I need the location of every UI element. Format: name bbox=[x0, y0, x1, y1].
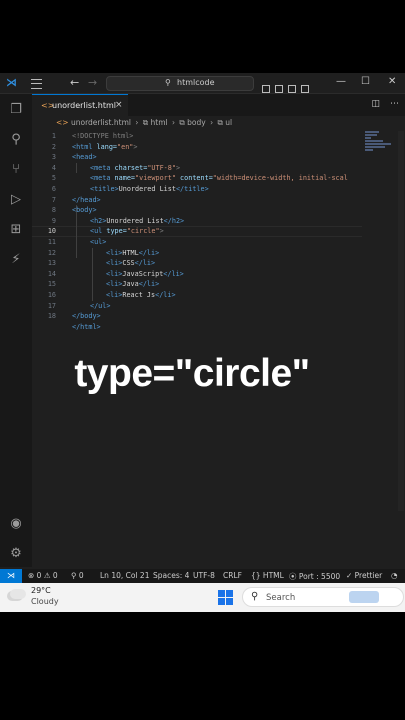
customize-layout-icon[interactable] bbox=[301, 85, 309, 93]
code-line: 5 <meta name="viewport" content="width=de… bbox=[51, 174, 348, 183]
ports-status[interactable]: ⚲ 0 bbox=[71, 571, 84, 580]
code-line: 15 <li>Java</li> bbox=[47, 280, 160, 289]
editor-scrollbar[interactable] bbox=[398, 131, 404, 511]
taskbar-search[interactable]: ⚲ Search bbox=[242, 587, 404, 607]
vscode-logo-icon: ⋊ bbox=[6, 76, 17, 89]
eol-status[interactable]: CRLF bbox=[223, 571, 242, 580]
breadcrumb-file[interactable]: unorderlist.html bbox=[71, 118, 131, 127]
close-window-icon[interactable]: ✕ bbox=[388, 76, 396, 87]
vscode-window: ⋊ ← → ⚲ htmlcode — ☐ ✕ ❐ ⚲ ⑂ ▷ ⊞ ⚡ ◉ ⚙ <… bbox=[0, 73, 405, 583]
breadcrumb-html[interactable]: html bbox=[151, 118, 168, 127]
minimize-icon[interactable]: — bbox=[336, 76, 346, 87]
remote-indicator-icon[interactable]: ⋊ bbox=[0, 569, 22, 583]
toggle-panel-icon[interactable] bbox=[275, 85, 283, 93]
search-icon: ⚲ bbox=[165, 78, 171, 87]
element-icon: ⧉ bbox=[179, 118, 185, 127]
language-mode[interactable]: {} HTML bbox=[251, 571, 284, 580]
editor-actions: ◫ ⋯ bbox=[361, 99, 399, 109]
search-highlight-image bbox=[349, 591, 379, 603]
code-line: 14 <li>JavaScript</li> bbox=[47, 269, 184, 278]
breadcrumb-body[interactable]: body bbox=[187, 118, 206, 127]
chevron-right-icon: › bbox=[135, 118, 139, 127]
notifications-bell-icon[interactable]: ◔ bbox=[391, 571, 398, 580]
settings-gear-icon[interactable]: ⚙ bbox=[8, 546, 24, 562]
search-icon: ⚲ bbox=[251, 591, 259, 602]
explorer-icon[interactable]: ❐ bbox=[8, 102, 24, 118]
more-actions-icon[interactable]: ⋯ bbox=[390, 99, 399, 109]
source-control-icon[interactable]: ⑂ bbox=[8, 162, 24, 178]
code-line: 18 </body> </html> bbox=[47, 312, 101, 331]
element-icon: ⧉ bbox=[142, 118, 149, 127]
code-line: 1 <!DOCTYPE html> bbox=[51, 132, 134, 140]
activity-bar: ❐ ⚲ ⑂ ▷ ⊞ ⚡ ◉ ⚙ bbox=[0, 94, 32, 567]
minimap[interactable] bbox=[365, 131, 393, 171]
windows-start-icon[interactable] bbox=[218, 590, 233, 605]
tab-unorderlist-html[interactable]: <> unorderlist.html × bbox=[32, 94, 128, 116]
breadcrumb: <> unorderlist.html › ⧉ html › ⧉ body › … bbox=[56, 118, 232, 130]
chevron-right-icon: › bbox=[210, 118, 214, 127]
cursor-position[interactable]: Ln 10, Col 21 bbox=[100, 571, 149, 580]
html-file-icon: <> bbox=[56, 118, 69, 127]
arrow-right-icon[interactable]: → bbox=[88, 76, 97, 89]
code-line: 4 <meta charset="UTF-8"> bbox=[51, 163, 181, 172]
element-icon: ⧉ bbox=[217, 118, 223, 127]
code-editor[interactable]: 1 <!DOCTYPE html> 2 <html lang="en"> 3 <hea… bbox=[32, 131, 362, 567]
cloud-icon[interactable] bbox=[10, 589, 26, 599]
command-center-text: htmlcode bbox=[177, 78, 215, 87]
status-bar: ⋊ ⊗ 0 ⚠ 0 ⚲ 0 Ln 10, Col 21 Spaces: 4 UT… bbox=[0, 569, 405, 583]
code-line: 17 </ul> bbox=[47, 301, 111, 310]
code-line-current: 10 <ul type="circle"> bbox=[47, 227, 164, 236]
code-line: 11 <ul> bbox=[47, 238, 107, 246]
search-icon[interactable]: ⚲ bbox=[8, 132, 24, 148]
run-debug-icon[interactable]: ▷ bbox=[8, 192, 24, 208]
live-share-icon[interactable]: ⚡ bbox=[8, 252, 24, 268]
windows-taskbar: 29°C Cloudy ⚲ Search bbox=[0, 583, 405, 612]
code-line: 13 <li>CSS</li> bbox=[47, 259, 156, 268]
video-caption: type="circle" bbox=[74, 352, 310, 395]
code-line: 2 <html lang="en"> bbox=[51, 142, 138, 151]
editor-tab-bar: <> unorderlist.html × ◫ ⋯ bbox=[32, 94, 405, 116]
maximize-icon[interactable]: ☐ bbox=[361, 76, 370, 87]
close-tab-icon[interactable]: × bbox=[115, 100, 123, 110]
prettier-status[interactable]: ✓ Prettier bbox=[346, 571, 382, 580]
code-line: 9 <h2>Unordered List</h2> bbox=[51, 216, 185, 225]
code-line: 8 <body> bbox=[51, 206, 97, 215]
arrow-left-icon[interactable]: ← bbox=[70, 76, 79, 89]
chevron-right-icon: › bbox=[171, 118, 175, 127]
title-bar: ⋊ ← → ⚲ htmlcode — ☐ ✕ bbox=[0, 73, 405, 94]
tab-label: unorderlist.html bbox=[52, 101, 116, 110]
live-server-port[interactable]: ⦿ Port : 5500 bbox=[289, 571, 340, 582]
toggle-sidebar-icon[interactable] bbox=[262, 85, 270, 93]
encoding-status[interactable]: UTF-8 bbox=[193, 571, 215, 580]
code-line: 7 </head> bbox=[51, 195, 101, 204]
toggle-secondary-sidebar-icon[interactable] bbox=[288, 85, 296, 93]
code-line: 12 <li>HTML</li> bbox=[47, 248, 160, 257]
weather-condition[interactable]: Cloudy bbox=[31, 597, 59, 606]
account-icon[interactable]: ◉ bbox=[8, 516, 24, 532]
code-line: 3 <head> bbox=[51, 153, 97, 162]
code-line: 16 <li>React Js</li> bbox=[47, 291, 176, 299]
breadcrumb-ul[interactable]: ul bbox=[225, 118, 232, 127]
command-center-search[interactable]: ⚲ htmlcode bbox=[106, 76, 254, 91]
extensions-icon[interactable]: ⊞ bbox=[8, 222, 24, 238]
weather-temperature[interactable]: 29°C bbox=[31, 586, 51, 595]
menu-icon[interactable] bbox=[31, 79, 42, 89]
taskbar-search-label: Search bbox=[266, 593, 296, 603]
problems-status[interactable]: ⊗ 0 ⚠ 0 bbox=[28, 571, 58, 580]
split-editor-icon[interactable]: ◫ bbox=[371, 99, 380, 109]
code-line: 6 <title>Unordered List</title> bbox=[51, 185, 209, 193]
indentation-status[interactable]: Spaces: 4 bbox=[153, 571, 189, 580]
